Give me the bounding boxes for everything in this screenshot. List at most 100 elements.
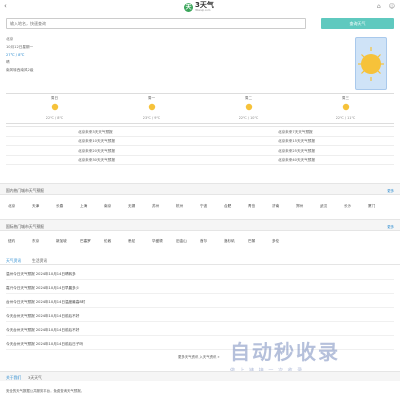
sun-icon xyxy=(245,103,252,111)
city-link[interactable]: 纽约 xyxy=(8,239,15,244)
city-link[interactable]: 长沙 xyxy=(344,204,351,209)
city-link[interactable]: 武汉 xyxy=(320,204,327,209)
city-link[interactable]: 华盛顿 xyxy=(152,239,163,244)
home-icon[interactable]: ⌂ xyxy=(377,3,381,10)
domestic-city-list: 北京 天津 长春 上海 南京 无锡 苏州 杭州 宁波 合肥 青岛 济南 郑州 武… xyxy=(6,200,394,212)
forecast-day-label: 周一 xyxy=(147,96,156,100)
footer-text: 安全的天气数据公共服务平台，免费查询天气预报。 xyxy=(6,389,84,393)
user-icon[interactable]: ☺ xyxy=(389,3,395,10)
footer-tab-site[interactable]: 3天天气 xyxy=(28,375,42,381)
forecast-day-label: 周二 xyxy=(244,96,253,100)
current-condition: 晴 xyxy=(6,60,10,65)
city-link[interactable]: 东京 xyxy=(32,239,39,244)
section-title: 国内热门城市天气预报 xyxy=(6,187,44,193)
current-weather: 北京 10月12日星期一 27℃ / 8℃ 晴 南风转西南风2级 xyxy=(6,37,394,76)
city-link[interactable]: 无锡 xyxy=(128,204,135,209)
top-icons: ⌂ ☺ xyxy=(377,3,395,10)
forecast-link[interactable]: 北京未来3天天气预报 xyxy=(78,130,113,135)
city-link[interactable]: 悉尼 xyxy=(128,239,135,244)
city-link[interactable]: 厦门 xyxy=(368,204,375,209)
news-title: 台州今日天气预报 2024年10月14日温度最高8时 xyxy=(6,299,86,304)
watermark-main: 自动秒收录 xyxy=(230,340,340,364)
more-link[interactable]: 更多 xyxy=(387,188,394,193)
footer-header: 关于我们 3天天气 xyxy=(0,371,400,381)
tab-weather-news[interactable]: 天气资讯 xyxy=(6,258,21,264)
news-title: 今天台州天气预报 2024年10月14日前后日子吗 xyxy=(6,341,83,346)
logo-mark: 天 xyxy=(184,2,193,12)
city-link[interactable]: 郑州 xyxy=(296,204,303,209)
city-link[interactable]: 长春 xyxy=(56,204,63,209)
current-temp: 27℃ / 8℃ xyxy=(6,52,25,57)
city-link[interactable]: 北京 xyxy=(8,204,15,209)
search-button[interactable]: 查询天气 xyxy=(321,18,394,29)
news-title: 嘉兴今日天气预报 2024年10月14日早晨多少 xyxy=(6,285,80,290)
news-title: 今天台州天气预报 2024年10月14日前后不好 xyxy=(6,313,80,318)
forecast-link[interactable]: 北京未来40天天气预报 xyxy=(278,158,315,163)
chevron-left-icon[interactable]: ‹ xyxy=(4,2,7,10)
forecast-link[interactable]: 北京未来15天天气预报 xyxy=(278,139,315,144)
site-logo[interactable]: 天 3天气 3tianqi.com xyxy=(184,1,214,13)
link-row: 北京未来10天天气预报 北京未来15天天气预报 xyxy=(6,137,394,146)
city-link[interactable]: 青岛 xyxy=(248,204,255,209)
search-input[interactable] xyxy=(6,18,306,29)
forecast-day-label: 周三 xyxy=(341,96,350,100)
link-row: 北京未来30天天气预报 北京未来40天天气预报 xyxy=(6,156,394,165)
current-wind: 南风转西南风2级 xyxy=(6,68,34,73)
forecast-link[interactable]: 北京未来10天天气预报 xyxy=(78,139,115,144)
forecast-links: 北京未来3天天气预报 北京未来7天天气预报 北京未来10天天气预报 北京未来15… xyxy=(6,126,394,165)
forecast-day[interactable]: 周日 22℃ / 8℃ xyxy=(6,94,103,124)
forecast-day[interactable]: 周一 23℃ / 9℃ xyxy=(103,94,200,124)
list-item[interactable]: 嘉兴今日天气预报 2024年10月14日早晨多少 xyxy=(6,282,394,294)
sun-icon xyxy=(355,37,387,90)
city-link[interactable]: 旧金山 xyxy=(176,239,187,244)
tab-life-news[interactable]: 生活资讯 xyxy=(32,258,47,264)
city-link[interactable]: 上海 xyxy=(80,204,87,209)
city-link[interactable]: 首尔 xyxy=(200,239,207,244)
current-date: 10月12日星期一 xyxy=(6,44,34,49)
city-link[interactable]: 合肥 xyxy=(224,204,231,209)
logo-subtext: 3tianqi.com xyxy=(195,9,211,12)
news-title: 今天台州天气预报 2024年10月14日前后不好 xyxy=(6,327,80,332)
forecast-temp: 22℃ / 10℃ xyxy=(238,116,259,120)
forecast-link[interactable]: 北京未来7天天气预报 xyxy=(278,130,313,135)
city-link[interactable]: 苏州 xyxy=(152,204,159,209)
city-link[interactable]: 杭州 xyxy=(176,204,183,209)
list-item[interactable]: 台州今日天气预报 2024年10月14日温度最高8时 xyxy=(6,296,394,308)
city-link[interactable]: 洛杉矶 xyxy=(224,239,235,244)
list-item[interactable]: 温州今日天气预报 2024年10月14日晴转多 xyxy=(6,268,394,280)
city-link[interactable]: 多伦 xyxy=(272,239,279,244)
forecast-day[interactable]: 周三 22℃ / 11℃ xyxy=(297,94,394,124)
forecast-link[interactable]: 北京未来20天天气预报 xyxy=(78,149,115,154)
news-title: 温州今日天气预报 2024年10月14日晴转多 xyxy=(6,271,76,276)
more-link[interactable]: 更多 xyxy=(387,224,394,229)
forecast-link[interactable]: 北京未来30天天气预报 xyxy=(78,158,115,163)
link-row: 北京未来20天天气预报 北京未来25天天气预报 xyxy=(6,146,394,156)
more-news-link[interactable]: 更多天气资讯 入天气资讯 » xyxy=(178,354,220,359)
forecast-strip: 周日 22℃ / 8℃ 周一 23℃ / 9℃ 周二 22℃ / 10℃ 周三 … xyxy=(6,93,394,124)
city-link[interactable]: 天津 xyxy=(32,204,39,209)
city-link[interactable]: 南京 xyxy=(104,204,111,209)
link-row: 北京未来3天天气预报 北京未来7天天气预报 xyxy=(6,127,394,137)
city-link[interactable]: 新加坡 xyxy=(56,239,67,244)
forecast-day[interactable]: 周二 22℃ / 10℃ xyxy=(200,94,297,124)
list-item[interactable]: 今天台州天气预报 2024年10月14日前后不好 xyxy=(6,310,394,322)
news-tabs: 天气资讯 生活资讯 xyxy=(0,255,400,265)
domestic-section-header: 国内热门城市天气预报 更多 xyxy=(0,183,400,195)
section-title: 国际热门城市天气预报 xyxy=(6,223,44,229)
current-city: 北京 xyxy=(6,37,14,41)
list-item[interactable]: 今天台州天气预报 2024年10月14日前后不好 xyxy=(6,324,394,336)
sun-icon xyxy=(148,103,155,111)
international-city-list: 纽约 东京 新加坡 巴塞罗 伦敦 悉尼 华盛顿 旧金山 首尔 洛杉矶 巴黎 多伦 xyxy=(6,235,394,247)
footer-tab-about[interactable]: 关于我们 xyxy=(6,375,21,381)
watermark: 自动秒收录 做 上 链 接 一 次 收 录 xyxy=(230,336,385,376)
city-link[interactable]: 济南 xyxy=(272,204,279,209)
city-link[interactable]: 巴黎 xyxy=(248,239,255,244)
forecast-day-label: 周日 xyxy=(50,96,59,100)
city-link[interactable]: 伦敦 xyxy=(104,239,111,244)
forecast-temp: 23℃ / 9℃ xyxy=(142,116,161,120)
city-link[interactable]: 巴塞罗 xyxy=(80,239,91,244)
international-section-header: 国际热门城市天气预报 更多 xyxy=(0,219,400,231)
city-link[interactable]: 宁波 xyxy=(200,204,207,209)
forecast-link[interactable]: 北京未来25天天气预报 xyxy=(278,149,315,154)
forecast-temp: 22℃ / 8℃ xyxy=(45,116,64,120)
